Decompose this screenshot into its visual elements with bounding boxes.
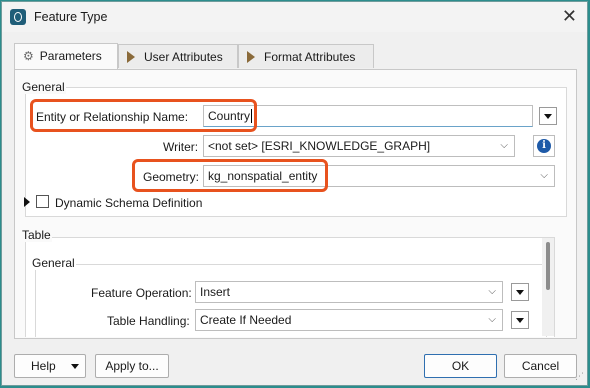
chevron-down-icon: ⌵ — [488, 286, 496, 297]
chevron-down-icon — [71, 364, 79, 369]
table-general-title: General — [31, 256, 76, 270]
dynamic-schema-label: Dynamic Schema Definition — [55, 196, 203, 210]
close-icon[interactable]: ✕ — [562, 6, 577, 26]
info-icon: i — [537, 139, 551, 153]
vertical-scrollbar[interactable] — [542, 238, 554, 336]
tab-format-attributes-label: Format Attributes — [264, 50, 356, 64]
app-icon — [10, 9, 26, 25]
apply-to-button-label: Apply to... — [105, 359, 159, 373]
resize-grip-icon[interactable]: ⋰ — [575, 371, 584, 382]
dynamic-schema-checkbox[interactable] — [36, 195, 49, 208]
scrollbar-thumb[interactable] — [546, 242, 550, 290]
table-handling-value: Create If Needed — [200, 313, 292, 327]
help-button[interactable]: Help — [14, 354, 86, 378]
entity-name-menu-button[interactable] — [539, 107, 557, 125]
writer-info-button[interactable]: i — [533, 135, 555, 157]
geometry-highlight — [132, 159, 328, 192]
table-group-title: Table — [21, 228, 52, 242]
chevron-down-icon: ⌵ — [488, 314, 496, 325]
tab-parameters-label: Parameters — [39, 49, 102, 63]
cancel-button[interactable]: Cancel — [504, 354, 577, 378]
ok-button[interactable]: OK — [424, 354, 497, 378]
expand-arrow-icon[interactable] — [24, 197, 30, 207]
tab-format-attributes[interactable]: Format Attributes — [238, 44, 374, 68]
feature-operation-select[interactable]: Insert ⌵ — [195, 281, 503, 303]
arrow-icon — [247, 51, 255, 63]
help-button-label: Help — [31, 359, 56, 373]
feature-operation-value: Insert — [200, 285, 231, 299]
title-bar: Feature Type ✕ — [2, 2, 587, 32]
tab-user-attributes-label: User Attributes — [144, 50, 223, 64]
feature-operation-menu-button[interactable] — [511, 283, 529, 301]
tab-user-attributes[interactable]: User Attributes — [118, 44, 238, 68]
chevron-down-icon: ⌵ — [500, 140, 508, 151]
entity-name-highlight — [30, 99, 257, 132]
feature-type-dialog: Feature Type ✕ ⚙ Parameters User Attribut… — [1, 1, 588, 386]
parameters-panel: General Entity or Relationship Name: Cou… — [14, 69, 577, 339]
gear-icon: ⚙ — [23, 49, 34, 63]
writer-value: <not set> [ESRI_KNOWLEDGE_GRAPH] — [208, 139, 431, 153]
general-group-title: General — [21, 80, 66, 94]
apply-to-button[interactable]: Apply to... — [95, 354, 169, 378]
table-handling-menu-button[interactable] — [511, 311, 529, 329]
tab-parameters[interactable]: ⚙ Parameters — [14, 43, 118, 69]
window-title: Feature Type — [34, 10, 108, 24]
cancel-button-label: Cancel — [521, 359, 560, 373]
chevron-down-icon: ⌵ — [540, 170, 548, 181]
arrow-icon — [127, 51, 135, 63]
table-handling-select[interactable]: Create If Needed ⌵ — [195, 309, 503, 331]
writer-label: Writer: — [163, 140, 199, 154]
feature-operation-label: Feature Operation: — [91, 286, 192, 300]
writer-select[interactable]: <not set> [ESRI_KNOWLEDGE_GRAPH] ⌵ — [203, 135, 515, 157]
table-handling-label: Table Handling: — [107, 314, 190, 328]
ok-button-label: OK — [451, 359, 470, 373]
